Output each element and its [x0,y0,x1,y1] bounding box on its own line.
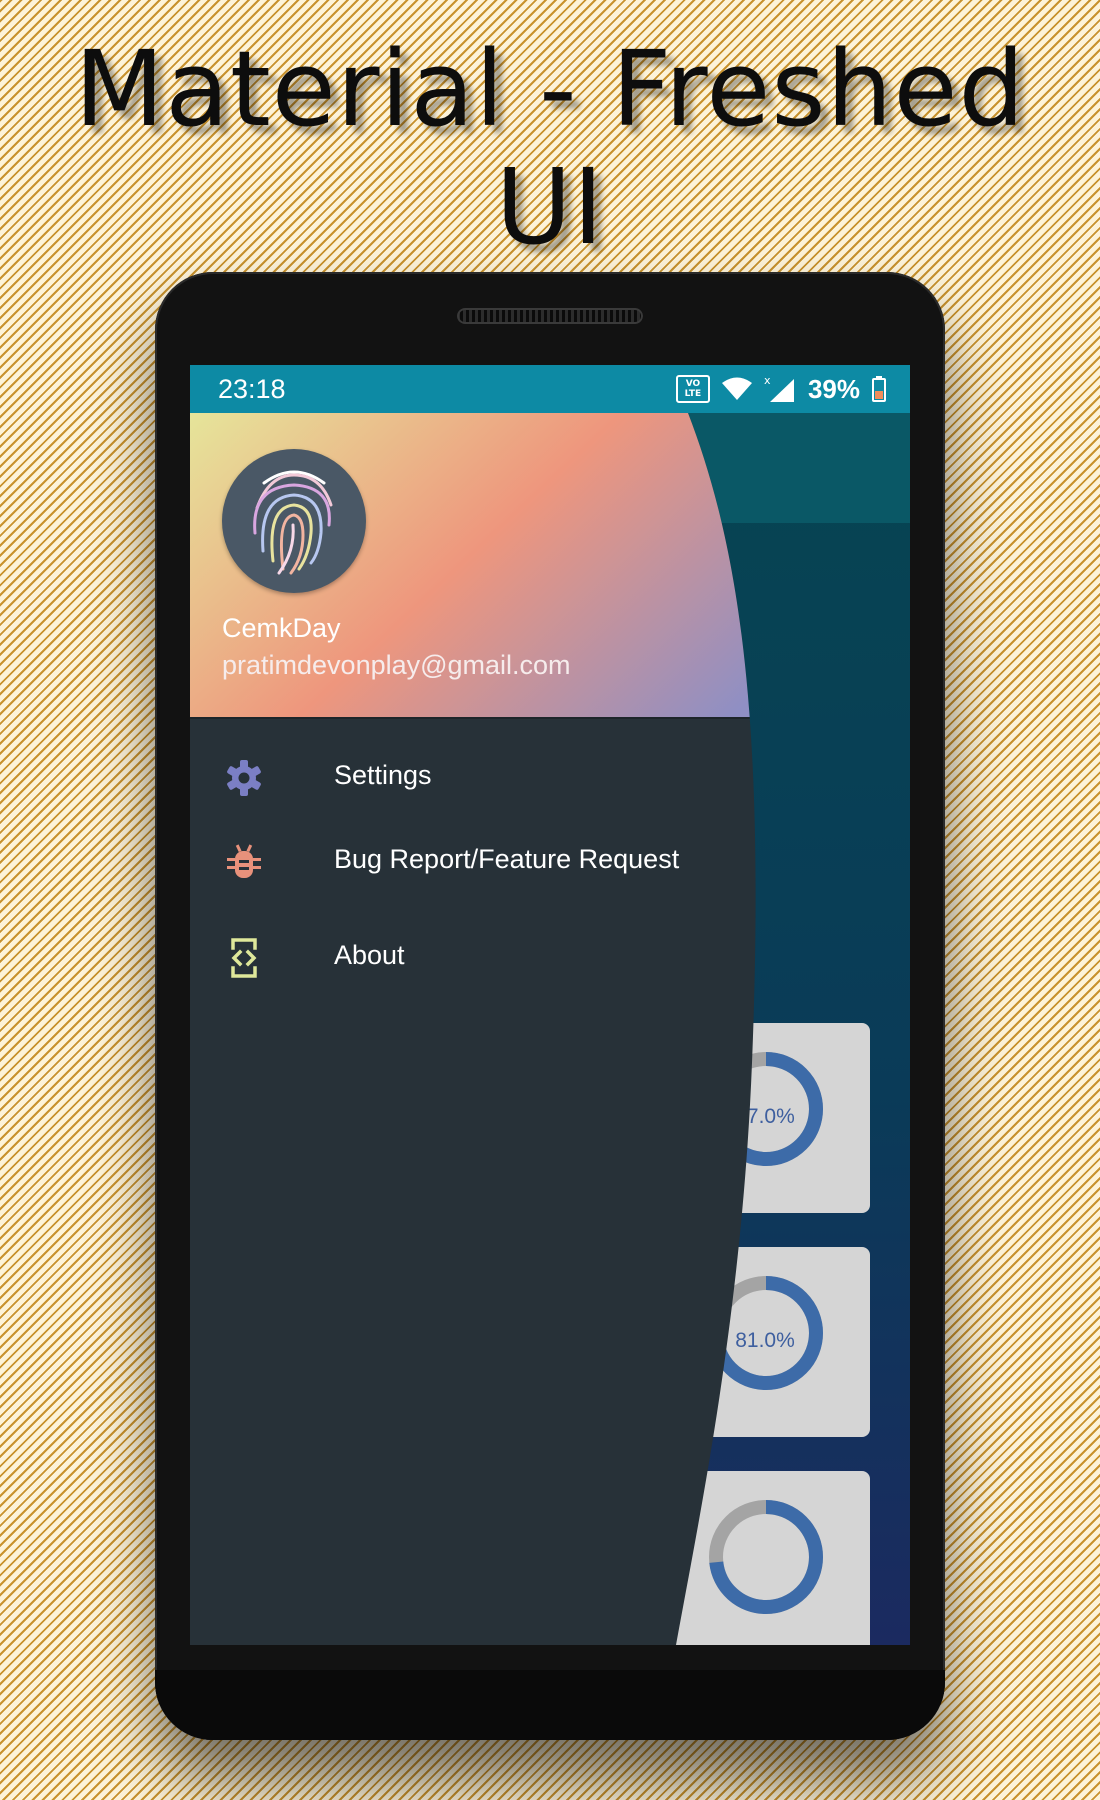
phone-chin [155,1670,945,1740]
promo-headline-line1: Material - Freshed [74,28,1026,150]
battery-percent: 39% [807,373,860,404]
volte-top-label: VO [685,379,701,389]
drawer-item-about[interactable]: About [190,918,750,998]
status-bar: 23:18 VO LTE x 39% [190,365,910,413]
navigation-drawer: CemkDay pratimdevonplay@gmail.com Settin… [190,413,750,1645]
gear-icon [227,760,261,796]
user-name: CemkDay [222,613,341,643]
battery-icon [872,376,886,402]
status-time: 23:18 [218,374,286,404]
status-icons: VO LTE x 39% [675,373,886,405]
drawer-item-label: About [334,940,405,970]
svg-text:x: x [764,375,771,387]
phone-screen: 23:18 VO LTE x 39% 67.0% 81.0% CemkDay p… [190,365,910,1645]
avatar[interactable] [222,449,366,593]
fingerprint-icon [253,470,333,575]
bug-icon [227,844,261,878]
drawer-item-label: Bug Report/Feature Request [334,844,680,874]
volte-bottom-label: LTE [684,389,702,399]
wifi-icon [721,377,752,400]
phone-frame: 23:18 VO LTE x 39% 67.0% 81.0% CemkDay p… [155,272,945,1740]
drawer-item-bug-report[interactable]: Bug Report/Feature Request [190,822,750,902]
promo-headline: Material - Freshed UI [0,30,1100,266]
drawer-item-settings[interactable]: Settings [190,738,750,818]
volte-icon: VO LTE [675,375,710,403]
code-brackets-icon [231,938,257,978]
user-email: pratimdevonplay@gmail.com [222,650,571,680]
phone-speaker [457,308,643,324]
promo-headline-line2: UI [495,146,605,268]
signal-icon: x [764,375,794,402]
drawer-item-label: Settings [334,760,432,790]
